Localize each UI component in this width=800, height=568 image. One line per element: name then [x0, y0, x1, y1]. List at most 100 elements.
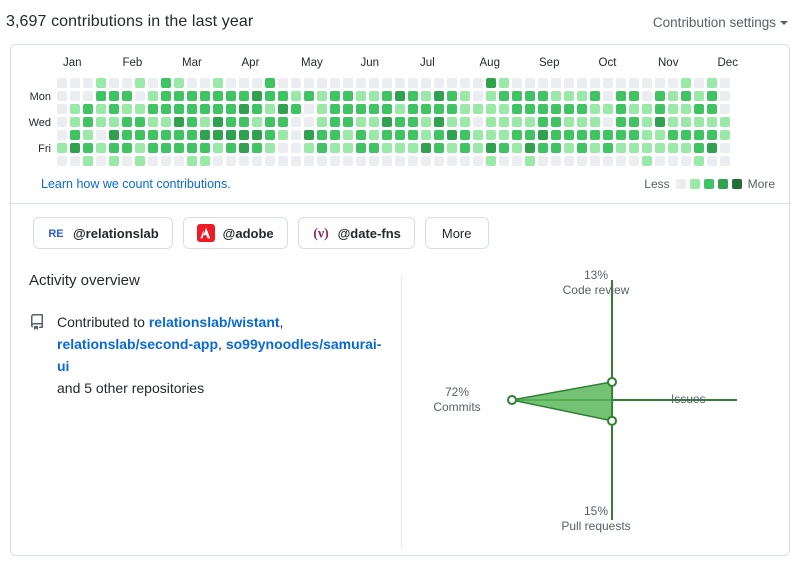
contribution-cell[interactable] [694, 156, 704, 166]
contribution-cell[interactable] [226, 104, 236, 114]
contribution-cell[interactable] [395, 78, 405, 88]
contribution-cell[interactable] [278, 91, 288, 101]
contribution-cell[interactable] [330, 117, 340, 127]
contribution-cell[interactable] [239, 143, 249, 153]
contribution-cell[interactable] [473, 91, 483, 101]
contribution-cell[interactable] [148, 156, 158, 166]
contribution-cell[interactable] [57, 104, 67, 114]
contribution-cell[interactable] [57, 156, 67, 166]
contribution-cell[interactable] [564, 78, 574, 88]
contribution-cell[interactable] [317, 78, 327, 88]
contribution-cell[interactable] [629, 117, 639, 127]
organization-badge[interactable]: RE @relationslab [33, 217, 173, 249]
contribution-cell[interactable] [239, 91, 249, 101]
contribution-cell[interactable] [525, 91, 535, 101]
contribution-cell[interactable] [226, 91, 236, 101]
contribution-cell[interactable] [382, 104, 392, 114]
contribution-cell[interactable] [252, 156, 262, 166]
contribution-cell[interactable] [434, 78, 444, 88]
radar-data-point[interactable] [607, 415, 617, 426]
contribution-cell[interactable] [317, 130, 327, 140]
contribution-cell[interactable] [265, 156, 275, 166]
contribution-cell[interactable] [642, 143, 652, 153]
contribution-cell[interactable] [642, 130, 652, 140]
contribution-cell[interactable] [577, 130, 587, 140]
contribution-cell[interactable] [486, 156, 496, 166]
contribution-cell[interactable] [252, 78, 262, 88]
contribution-cell[interactable] [668, 130, 678, 140]
contribution-cell[interactable] [161, 78, 171, 88]
contribution-cell[interactable] [538, 78, 548, 88]
contribution-cell[interactable] [291, 130, 301, 140]
contribution-cell[interactable] [421, 117, 431, 127]
contribution-cell[interactable] [707, 143, 717, 153]
contribution-cell[interactable] [239, 104, 249, 114]
contribution-cell[interactable] [57, 143, 67, 153]
contribution-cell[interactable] [200, 143, 210, 153]
contribution-cell[interactable] [668, 143, 678, 153]
contribution-cell[interactable] [512, 156, 522, 166]
contribution-cell[interactable] [83, 130, 93, 140]
contribution-cell[interactable] [278, 78, 288, 88]
contribution-cell[interactable] [447, 91, 457, 101]
contribution-cell[interactable] [200, 156, 210, 166]
contribution-cell[interactable] [96, 143, 106, 153]
contribution-cell[interactable] [629, 91, 639, 101]
contribution-cell[interactable] [213, 143, 223, 153]
contribution-cell[interactable] [382, 156, 392, 166]
contribution-cell[interactable] [512, 117, 522, 127]
contribution-cell[interactable] [343, 156, 353, 166]
contribution-cell[interactable] [135, 156, 145, 166]
contribution-cell[interactable] [369, 130, 379, 140]
contribution-cell[interactable] [265, 117, 275, 127]
contribution-cell[interactable] [681, 78, 691, 88]
contribution-cell[interactable] [96, 130, 106, 140]
contribution-cell[interactable] [96, 78, 106, 88]
contribution-cell[interactable] [356, 143, 366, 153]
contribution-cell[interactable] [499, 117, 509, 127]
contribution-cell[interactable] [382, 117, 392, 127]
contribution-cell[interactable] [213, 117, 223, 127]
contribution-cell[interactable] [109, 117, 119, 127]
contribution-cell[interactable] [174, 130, 184, 140]
contribution-cell[interactable] [83, 143, 93, 153]
contribution-cell[interactable] [57, 117, 67, 127]
contribution-cell[interactable] [707, 78, 717, 88]
contribution-cell[interactable] [252, 91, 262, 101]
contribution-cell[interactable] [473, 117, 483, 127]
contribution-cell[interactable] [278, 130, 288, 140]
contribution-cell[interactable] [200, 130, 210, 140]
learn-how-we-count-link[interactable]: Learn how we count contributions. [41, 177, 231, 191]
contribution-cell[interactable] [616, 91, 626, 101]
contribution-cell[interactable] [252, 104, 262, 114]
contribution-cell[interactable] [421, 156, 431, 166]
contribution-cell[interactable] [109, 143, 119, 153]
contribution-cell[interactable] [135, 130, 145, 140]
contribution-cell[interactable] [239, 78, 249, 88]
contribution-cell[interactable] [343, 117, 353, 127]
contribution-cell[interactable] [161, 104, 171, 114]
contribution-cell[interactable] [629, 143, 639, 153]
contribution-cell[interactable] [395, 156, 405, 166]
contribution-cell[interactable] [369, 117, 379, 127]
contribution-cell[interactable] [200, 78, 210, 88]
contribution-cell[interactable] [577, 143, 587, 153]
contribution-cell[interactable] [395, 91, 405, 101]
contribution-cell[interactable] [460, 91, 470, 101]
contribution-cell[interactable] [148, 91, 158, 101]
repository-link[interactable]: relationslab/second-app [57, 336, 218, 352]
contribution-cell[interactable] [460, 156, 470, 166]
contribution-cell[interactable] [369, 91, 379, 101]
contribution-cell[interactable] [70, 143, 80, 153]
contribution-cell[interactable] [603, 78, 613, 88]
contribution-cell[interactable] [70, 117, 80, 127]
contribution-cell[interactable] [278, 156, 288, 166]
contribution-cell[interactable] [174, 156, 184, 166]
contribution-cell[interactable] [382, 78, 392, 88]
contribution-cell[interactable] [577, 156, 587, 166]
contribution-cell[interactable] [83, 91, 93, 101]
contribution-cell[interactable] [551, 104, 561, 114]
contribution-cell[interactable] [421, 91, 431, 101]
contribution-cell[interactable] [551, 156, 561, 166]
contribution-cell[interactable] [109, 156, 119, 166]
